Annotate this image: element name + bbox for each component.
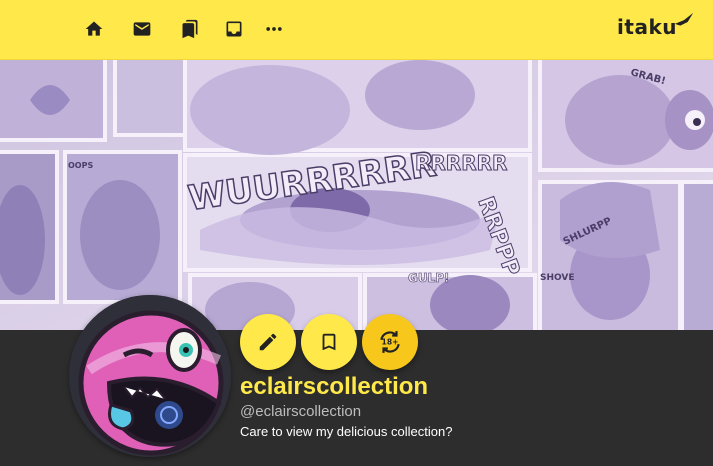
sfx-text: OOPS [68,161,93,170]
sfx-text: RRRRRR [415,151,507,175]
mail-icon[interactable] [126,13,158,45]
avatar[interactable] [69,295,231,457]
logo-bird-icon [674,12,694,26]
18-plus-label: 18+ [382,338,399,347]
more-horiz-icon[interactable] [258,13,290,45]
user-bio: Care to view my delicious collection? [240,424,453,439]
banner-artwork: WUURRRRRR RRRRRR RRPPP GULP! GRAB! SHLUR… [0,60,713,330]
top-navigation-bar: itaku [0,0,713,60]
home-icon[interactable] [78,13,110,45]
bookmark-button[interactable] [301,314,357,370]
profile-page: itaku WUURRRRRR RRRRRR RRPPP GULP! GRAB!… [0,0,713,466]
nsfw-toggle-button[interactable]: 18+ [362,314,418,370]
sfx-text: GULP! [408,271,450,285]
inbox-icon[interactable] [218,13,250,45]
edit-profile-button[interactable] [240,314,296,370]
itaku-logo[interactable]: itaku [617,12,695,42]
sfx-text: SHOVE [540,273,575,283]
profile-banner: WUURRRRRR RRRRRR RRPPP GULP! GRAB! SHLUR… [0,60,713,330]
18-plus-icon: 18+ [380,331,400,353]
user-handle: @eclairscollection [240,403,362,420]
display-name: eclairscollection [240,373,429,400]
avatar-image [69,295,231,457]
bookmark-icon [322,333,336,351]
bookmarks-icon[interactable] [174,13,206,45]
logo-text: itaku [617,15,677,39]
pencil-icon [259,333,277,351]
